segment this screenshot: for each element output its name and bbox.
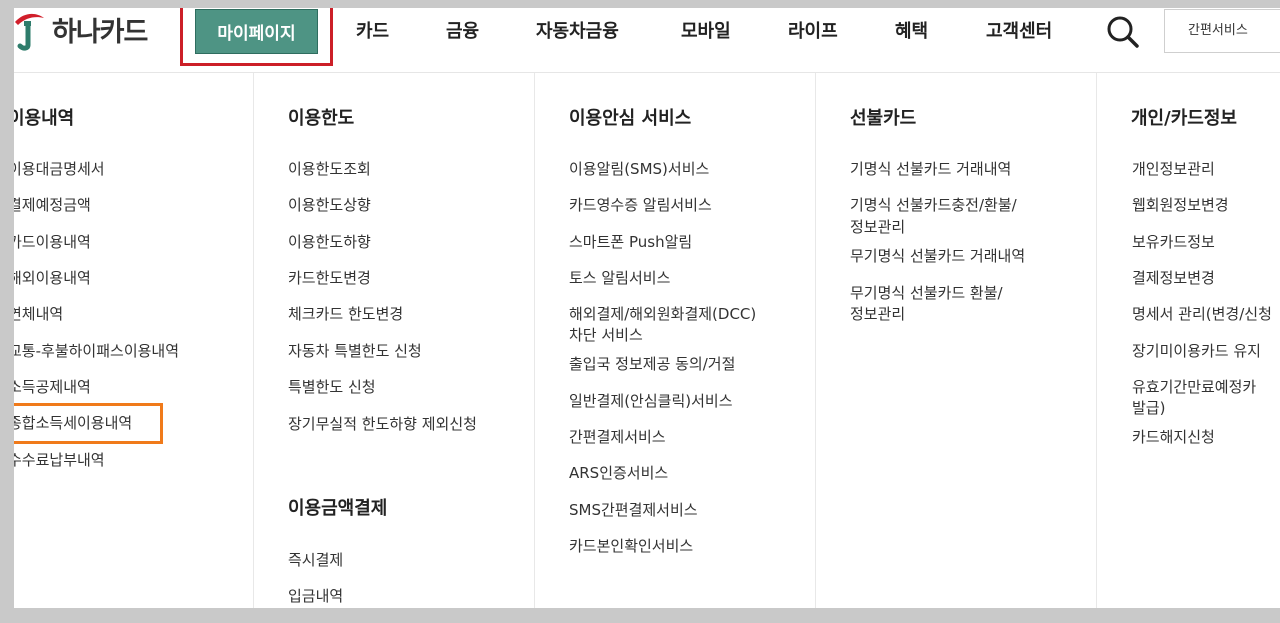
column-title-safety-service: 이용안심 서비스 (569, 108, 692, 129)
column-title-usage-history: 이용내역 (8, 108, 75, 129)
menu-link[interactable]: 장기미이용카드 유지 (1132, 340, 1261, 362)
menu-link[interactable]: 차단 서비스 (569, 324, 643, 346)
menu-link[interactable]: 유효기간만료예정카 (1132, 376, 1256, 398)
menu-link[interactable]: 카드한도변경 (288, 267, 371, 289)
column-divider (1096, 73, 1097, 608)
menu-link[interactable]: 정보관리 (850, 303, 905, 325)
nav-benefits[interactable]: 혜택 (895, 17, 928, 47)
search-icon (1107, 16, 1139, 48)
screenshot-frame (0, 608, 1280, 623)
menu-link[interactable]: 웹회원정보변경 (1132, 194, 1229, 216)
header: 하나카드 마이페이지 카드 금융 자동차금융 모바일 라이프 혜택 고객센터 간… (0, 0, 1280, 73)
search-button[interactable] (1104, 12, 1142, 52)
nav-customer-center[interactable]: 고객센터 (986, 17, 1052, 47)
menu-link[interactable]: 무기명식 선불카드 거래내역 (850, 245, 1025, 267)
nav-mypage[interactable]: 마이페이지 (195, 9, 318, 54)
menu-link[interactable]: 특별한도 신청 (288, 376, 376, 398)
column-title-prepaid-card: 선불카드 (850, 108, 917, 129)
menu-link[interactable]: 토스 알림서비스 (569, 267, 670, 289)
column-divider (253, 73, 254, 608)
nav-card[interactable]: 카드 (356, 17, 389, 47)
menu-link[interactable]: 보유카드정보 (1132, 231, 1215, 253)
menu-link[interactable]: 일반결제(안심클릭)서비스 (569, 390, 733, 412)
menu-link-global-income-tax[interactable]: 종합소득세이용내역 (8, 412, 132, 434)
page: 하나카드 마이페이지 카드 금융 자동차금융 모바일 라이프 혜택 고객센터 간… (0, 0, 1280, 608)
column-title-payment: 이용금액결제 (288, 498, 388, 519)
menu-link[interactable]: 이용한도하향 (288, 231, 371, 253)
menu-link[interactable]: 개인정보관리 (1132, 158, 1215, 180)
menu-link[interactable]: SMS간편결제서비스 (569, 499, 698, 521)
menu-link[interactable]: ARS인증서비스 (569, 462, 668, 484)
menu-link[interactable]: 스마트폰 Push알림 (569, 231, 692, 253)
menu-link[interactable]: 결제예정금액 (8, 194, 91, 216)
menu-link[interactable]: 카드본인확인서비스 (569, 535, 693, 557)
menu-link[interactable]: 장기무실적 한도하향 제외신청 (288, 413, 477, 435)
menu-link[interactable]: 수수료납부내역 (8, 449, 105, 471)
screenshot-frame (0, 0, 14, 623)
logo-text: 하나카드 (52, 16, 148, 48)
menu-link[interactable]: 이용대금명세서 (8, 158, 105, 180)
menu-link[interactable]: 이용한도상향 (288, 194, 371, 216)
menu-link[interactable]: 즉시결제 (288, 549, 343, 571)
nav-finance[interactable]: 금융 (446, 17, 479, 47)
menu-link[interactable]: 연체내역 (8, 303, 63, 325)
menu-link[interactable]: 기명식 선불카드 거래내역 (850, 158, 1011, 180)
menu-link[interactable]: 발급) (1132, 397, 1165, 419)
menu-link[interactable]: 결제정보변경 (1132, 267, 1215, 289)
menu-link[interactable]: 정보관리 (850, 216, 905, 238)
menu-link[interactable]: 자동차 특별한도 신청 (288, 340, 422, 362)
menu-link[interactable]: 이용알림(SMS)서비스 (569, 158, 709, 180)
menu-link[interactable]: 명세서 관리(변경/신청 (1132, 303, 1272, 325)
nav-life[interactable]: 라이프 (788, 17, 838, 47)
quick-service-button[interactable]: 간편서비스 (1164, 9, 1280, 53)
column-divider (815, 73, 816, 608)
menu-link[interactable]: 소득공제내역 (8, 376, 91, 398)
menu-link[interactable]: 카드이용내역 (8, 231, 91, 253)
nav-mobile[interactable]: 모바일 (681, 17, 731, 47)
menu-link[interactable]: 해외결제/해외원화결제(DCC) (569, 303, 756, 325)
menu-link[interactable]: 체크카드 한도변경 (288, 303, 403, 325)
menu-link[interactable]: 이용한도조회 (288, 158, 371, 180)
menu-link[interactable]: 입금내역 (288, 585, 343, 607)
menu-link[interactable]: 출입국 정보제공 동의/거절 (569, 353, 735, 375)
nav-active-highlight: 마이페이지 (180, 1, 333, 66)
column-divider (534, 73, 535, 608)
menu-link[interactable]: 카드영수증 알림서비스 (569, 194, 712, 216)
menu-link[interactable]: 간편결제서비스 (569, 426, 666, 448)
column-title-personal-info: 개인/카드정보 (1131, 108, 1237, 129)
nav-auto-finance[interactable]: 자동차금융 (536, 17, 619, 47)
menu-link[interactable]: 해외이용내역 (8, 267, 91, 289)
menu-link[interactable]: 무기명식 선불카드 환불/ (850, 282, 1003, 304)
menu-link[interactable]: 기명식 선불카드충전/환불/ (850, 194, 1017, 216)
column-title-usage-limit: 이용한도 (288, 108, 355, 129)
logo[interactable]: 하나카드 (6, 6, 148, 52)
menu-link[interactable]: 카드해지신청 (1132, 426, 1215, 448)
screenshot-frame (0, 0, 1280, 8)
menu-link[interactable]: 교통-후불하이패스이용내역 (8, 340, 179, 362)
